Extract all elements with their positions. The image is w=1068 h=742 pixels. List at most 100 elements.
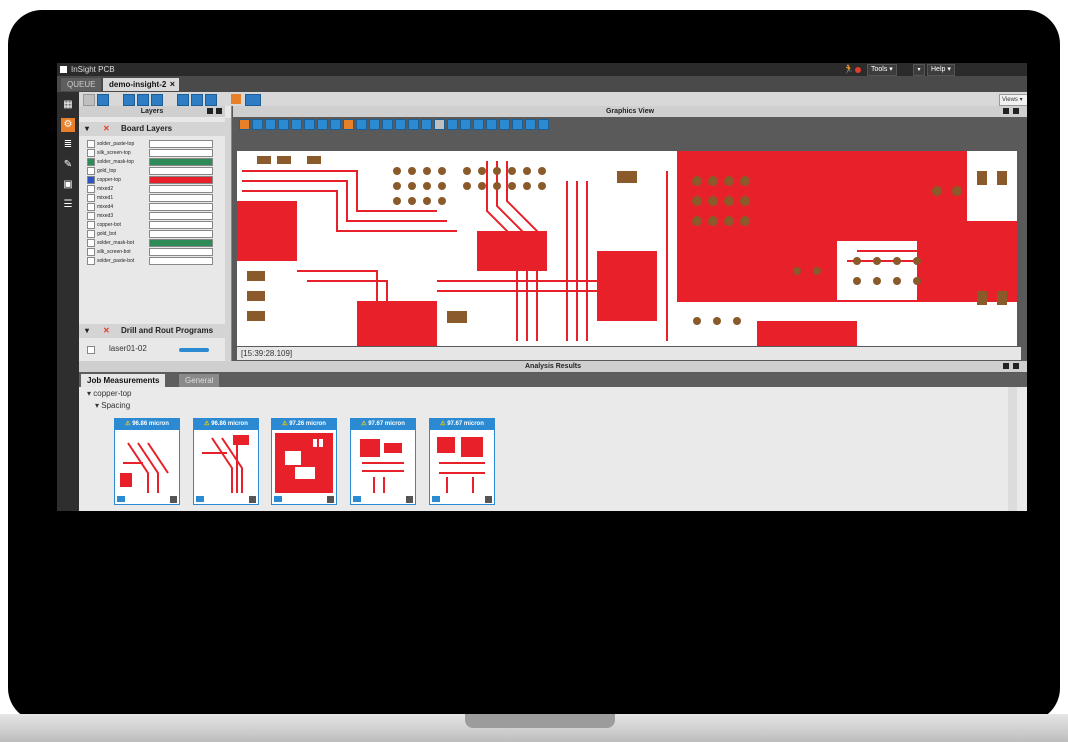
tree-layer-node[interactable]: ▾ copper-top (87, 389, 132, 398)
layers-view-icon[interactable] (499, 119, 510, 130)
layer-color-bar[interactable] (149, 185, 213, 193)
minimize-icon[interactable] (207, 108, 213, 114)
collapse-icon[interactable]: ▾ (85, 324, 89, 338)
copy-icon[interactable] (382, 119, 393, 130)
layer-color-bar[interactable] (149, 140, 213, 148)
layer-checkbox[interactable] (87, 239, 95, 247)
layer-color-bar[interactable] (149, 230, 213, 238)
remove-icon[interactable]: ✕ (103, 324, 110, 338)
layer-color-bar[interactable] (149, 203, 213, 211)
camera-icon[interactable] (473, 119, 484, 130)
compare-icon[interactable] (486, 119, 497, 130)
layer-checkbox[interactable] (87, 176, 95, 184)
layer-checkbox[interactable] (87, 257, 95, 265)
settings-icon[interactable] (205, 94, 217, 106)
help-menu[interactable]: Help ▾ (927, 64, 955, 76)
board-layers-section[interactable]: ▾ ✕ Board Layers (79, 122, 225, 136)
result-card[interactable]: ⚠ 96.86 micron (193, 418, 259, 505)
layer-checkbox[interactable] (87, 149, 95, 157)
analysis-icon[interactable]: ⚙ (61, 118, 75, 132)
settings-view-icon[interactable] (525, 119, 536, 130)
select-tool-icon[interactable] (239, 119, 250, 130)
layer-checkbox[interactable] (87, 212, 95, 220)
measure-icon[interactable] (231, 94, 241, 104)
layer-checkbox[interactable] (87, 203, 95, 211)
result-card[interactable]: ⚠ 97.26 micron (271, 418, 337, 505)
zoom-tool-icon[interactable] (265, 119, 276, 130)
step-icon[interactable] (151, 94, 163, 106)
view-eye-icon[interactable] (353, 496, 361, 502)
tree-category-node[interactable]: ▾ Spacing (95, 401, 130, 410)
open-file-icon[interactable] (83, 94, 95, 106)
search-icon[interactable] (395, 119, 406, 130)
layer-checkbox[interactable] (87, 185, 95, 193)
pan-tool-icon[interactable] (252, 119, 263, 130)
remove-icon[interactable]: ✕ (103, 122, 110, 136)
tab-job-measurements[interactable]: Job Measurements (81, 374, 166, 387)
layer-checkbox[interactable] (87, 194, 95, 202)
highlight-icon[interactable] (447, 119, 458, 130)
layer-checkbox[interactable] (87, 167, 95, 175)
stop-icon[interactable] (137, 94, 149, 106)
view-eye-icon[interactable] (117, 496, 125, 502)
tab-general[interactable]: General (179, 374, 220, 387)
save-result-icon[interactable] (327, 496, 334, 503)
net-tool-icon[interactable] (369, 119, 380, 130)
layers-icon[interactable]: ≣ (61, 138, 75, 152)
filter-icon[interactable] (408, 119, 419, 130)
running-figure-icon[interactable]: 🏃 (843, 64, 854, 75)
print-view-icon[interactable] (421, 119, 432, 130)
dropdown-toggle[interactable]: ▾ (913, 64, 925, 76)
layer-color-bar[interactable] (149, 212, 213, 220)
layer-checkbox[interactable] (87, 248, 95, 256)
board-icon[interactable]: ▦ (61, 98, 75, 112)
ruler-icon[interactable] (330, 119, 341, 130)
layer-color-bar[interactable] (149, 167, 213, 175)
help-view-icon[interactable] (538, 119, 549, 130)
maximize-icon[interactable] (1013, 363, 1019, 369)
layer-color-bar[interactable] (149, 149, 213, 157)
print-icon[interactable] (177, 94, 189, 106)
view-eye-icon[interactable] (196, 496, 204, 502)
maximize-icon[interactable] (216, 108, 222, 114)
layer-color-bar[interactable] (149, 248, 213, 256)
drill-section[interactable]: ▾ ✕ Drill and Rout Programs (79, 324, 225, 338)
layer-color-bar[interactable] (149, 176, 213, 184)
play-icon[interactable] (123, 94, 135, 106)
layer-color-bar[interactable] (149, 158, 213, 166)
views-dropdown[interactable]: Views ▾ (999, 94, 1027, 106)
drill-color-bar[interactable] (179, 348, 209, 352)
3d-view-icon[interactable] (512, 119, 523, 130)
zoom-in-icon[interactable] (278, 119, 289, 130)
save-result-icon[interactable] (170, 496, 177, 503)
list-icon[interactable]: ☰ (61, 198, 75, 212)
minimize-icon[interactable] (1003, 363, 1009, 369)
results-scrollbar[interactable] (1008, 387, 1017, 511)
result-card[interactable]: ⚠ 96.86 micron (114, 418, 180, 505)
layer-checkbox[interactable] (87, 230, 95, 238)
grid-icon[interactable] (317, 119, 328, 130)
layer-checkbox[interactable] (87, 140, 95, 148)
maximize-icon[interactable] (1013, 108, 1019, 114)
collapse-icon[interactable]: ▾ (85, 122, 89, 136)
layers-scrollbar[interactable] (225, 118, 231, 366)
layer-color-bar[interactable] (149, 239, 213, 247)
tab-demo-insight[interactable]: demo-insight-2 × (103, 78, 179, 91)
save-result-icon[interactable] (485, 496, 492, 503)
pcb-canvas[interactable] (237, 151, 1017, 346)
drill-checkbox[interactable] (87, 346, 95, 354)
close-tab-icon[interactable]: × (170, 78, 175, 91)
layer-color-bar[interactable] (149, 257, 213, 265)
layer-checkbox[interactable] (87, 158, 95, 166)
info-icon[interactable] (460, 119, 471, 130)
layer-color-bar[interactable] (149, 221, 213, 229)
view-eye-icon[interactable] (274, 496, 282, 502)
zoom-out-icon[interactable] (291, 119, 302, 130)
layer-tool-icon[interactable] (356, 119, 367, 130)
tab-queue[interactable]: QUEUE (61, 78, 102, 91)
tools-menu[interactable]: Tools ▾ (867, 64, 897, 76)
save-icon[interactable]: ▣ (61, 178, 75, 192)
report-icon[interactable] (245, 94, 261, 106)
minimize-icon[interactable] (1003, 108, 1009, 114)
view-eye-icon[interactable] (432, 496, 440, 502)
